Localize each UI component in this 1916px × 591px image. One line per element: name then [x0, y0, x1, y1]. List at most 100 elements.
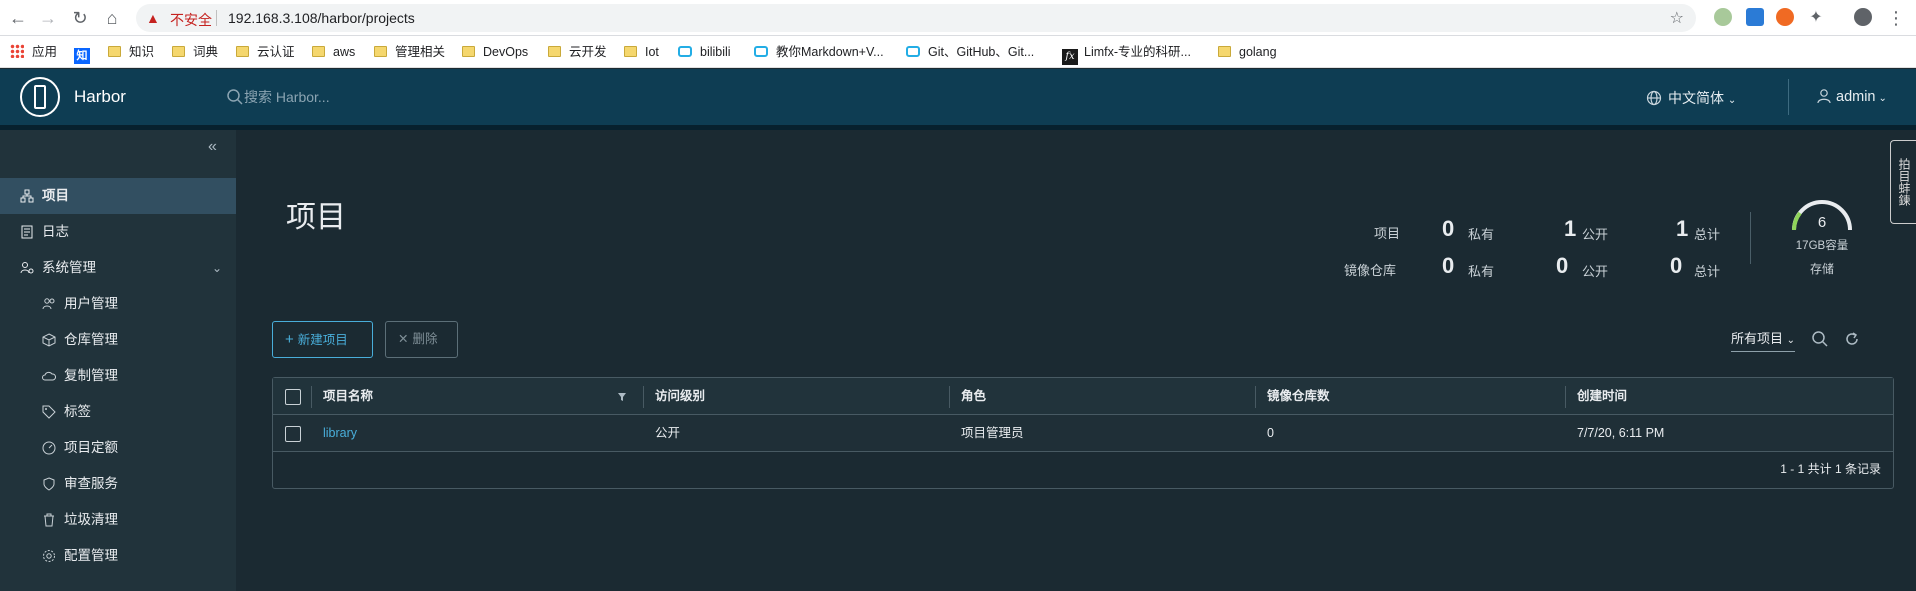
bookmark-zhihu[interactable]: 知 — [74, 43, 98, 64]
private-label: 私有 — [1468, 264, 1495, 279]
users-icon — [42, 298, 55, 310]
bookmark-apps[interactable]: 应用 — [10, 43, 57, 61]
sidebar-item-admin[interactable]: 系统管理 ⌄ — [0, 250, 236, 286]
bookmark-dictionary[interactable]: 词典 — [172, 43, 218, 61]
folder-icon — [624, 46, 637, 57]
admin-icon — [20, 262, 34, 274]
filter-icon[interactable] — [617, 392, 627, 402]
apps-icon — [10, 44, 24, 58]
column-header-created[interactable]: 创建时间 — [1577, 378, 1627, 415]
sidebar-item-label: 垃圾清理 — [64, 512, 118, 527]
column-header-access[interactable]: 访问级别 — [655, 378, 705, 415]
sidebar-item-logs[interactable]: 日志 — [0, 214, 236, 250]
folder-icon — [1218, 46, 1231, 57]
folder-icon — [172, 46, 185, 57]
tag-icon — [42, 405, 56, 419]
search-input[interactable] — [244, 85, 544, 109]
plus-icon: + — [285, 331, 294, 348]
back-icon[interactable]: ← — [6, 6, 30, 30]
sidebar-item-registries[interactable]: 仓库管理 — [0, 322, 236, 358]
sidebar: « 项目 日志 系统管理 ⌄ 用户管理 仓库管理 复制管理 标签 项目定额 审查… — [0, 130, 236, 591]
project-filter-select[interactable]: 所有项目 ⌄ — [1731, 328, 1796, 352]
extension-off-icon[interactable] — [1746, 8, 1764, 26]
column-separator — [949, 386, 950, 408]
harbor-logo-icon[interactable] — [20, 77, 60, 117]
extension-icon[interactable] — [1714, 8, 1732, 26]
fx-icon: fx — [1062, 49, 1078, 65]
table-row[interactable]: library 公开 项目管理员 0 7/7/20, 6:11 PM — [273, 415, 1893, 452]
side-feedback-tab[interactable]: 拍目蚌鍊 — [1890, 140, 1916, 224]
projects-total-count: 1 — [1676, 216, 1689, 241]
delete-button[interactable]: ✕ 删除 — [385, 321, 458, 358]
bookmark-cloud-dev[interactable]: 云开发 — [548, 43, 607, 61]
collapse-sidebar-icon[interactable]: « — [208, 138, 217, 156]
column-header-role[interactable]: 角色 — [961, 378, 986, 415]
chevron-down-icon[interactable]: ⌄ — [212, 250, 222, 286]
row-checkbox[interactable] — [285, 426, 301, 442]
extensions-puzzle-icon[interactable]: ✦ — [1804, 6, 1828, 30]
bookmark-management[interactable]: 管理相关 — [374, 43, 445, 61]
bookmark-iot[interactable]: Iot — [624, 43, 659, 61]
sidebar-item-quotas[interactable]: 项目定额 — [0, 430, 236, 466]
bookmark-bilibili[interactable]: bilibili — [678, 43, 731, 61]
repo-count: 0 — [1267, 426, 1274, 440]
search-icon[interactable] — [1811, 330, 1829, 348]
profile-icon[interactable] — [1854, 8, 1872, 26]
gauge-icon — [42, 441, 56, 455]
log-icon — [21, 225, 33, 239]
home-icon[interactable]: ⌂ — [100, 6, 124, 30]
menu-icon[interactable]: ⋮ — [1884, 6, 1908, 30]
bookmark-git[interactable]: Git、GitHub、Git... — [906, 43, 1034, 61]
search-icon — [227, 89, 243, 105]
column-header-name[interactable]: 项目名称 — [323, 378, 373, 415]
url-text[interactable]: 192.168.3.108/harbor/projects — [228, 10, 415, 26]
bookmark-cloud-cert[interactable]: 云认证 — [236, 43, 295, 61]
sidebar-item-labels[interactable]: 标签 — [0, 394, 236, 430]
bookmark-limfx[interactable]: fx Limfx-专业的科研... — [1062, 43, 1191, 65]
bookmark-devops[interactable]: DevOps — [462, 43, 528, 61]
app-name[interactable]: Harbor — [74, 87, 126, 107]
table-header: 项目名称 访问级别 角色 镜像仓库数 创建时间 — [273, 378, 1893, 415]
address-bar[interactable]: ▲ 不安全 192.168.3.108/harbor/projects ☆ — [136, 4, 1696, 32]
bookmark-golang[interactable]: golang — [1218, 43, 1277, 61]
projects-table: 项目名称 访问级别 角色 镜像仓库数 创建时间 library 公开 项目管理员… — [272, 377, 1894, 489]
sidebar-item-interrogation[interactable]: 审查服务 — [0, 466, 236, 502]
bookmark-aws[interactable]: aws — [312, 43, 355, 61]
zhihu-icon: 知 — [74, 48, 90, 64]
column-separator — [643, 386, 644, 408]
column-header-repo-count[interactable]: 镜像仓库数 — [1267, 378, 1330, 415]
forward-icon[interactable]: → — [36, 6, 60, 30]
folder-icon — [108, 46, 121, 57]
divider — [1788, 79, 1789, 115]
bilibili-icon — [754, 46, 768, 57]
browser-toolbar: ← → ↻ ⌂ ▲ 不安全 192.168.3.108/harbor/proje… — [0, 0, 1916, 36]
bookmark-knowledge[interactable]: 知识 — [108, 43, 154, 61]
user-menu[interactable]: admin ⌄ — [1816, 88, 1887, 105]
bookmark-markdown[interactable]: 教你Markdown+V... — [754, 43, 884, 61]
globe-icon — [1646, 90, 1662, 106]
folder-icon — [236, 46, 249, 57]
sidebar-item-replication[interactable]: 复制管理 — [0, 358, 236, 394]
chevron-down-icon: ⌄ — [1786, 335, 1796, 346]
sidebar-item-label: 项目 — [42, 188, 69, 203]
sidebar-item-users[interactable]: 用户管理 — [0, 286, 236, 322]
sidebar-item-gc[interactable]: 垃圾清理 — [0, 502, 236, 538]
reload-icon[interactable]: ↻ — [68, 6, 92, 30]
warning-icon: ▲ — [146, 10, 160, 26]
sidebar-item-config[interactable]: 配置管理 — [0, 538, 236, 574]
public-label: 公开 — [1582, 264, 1609, 279]
extension-icon[interactable] — [1776, 8, 1794, 26]
insecure-label: 不安全 — [170, 12, 212, 28]
gear-icon — [43, 550, 55, 562]
sidebar-item-label: 项目定额 — [64, 440, 118, 455]
select-all-checkbox[interactable] — [285, 389, 301, 405]
sidebar-item-projects[interactable]: 项目 — [0, 178, 236, 214]
summary-projects-label: 项目 — [1374, 226, 1401, 241]
bookmark-star-icon[interactable]: ☆ — [1670, 8, 1684, 28]
language-selector[interactable]: 中文简体 ⌄ — [1646, 88, 1736, 108]
column-separator — [311, 386, 312, 408]
new-project-button[interactable]: + 新建项目 — [272, 321, 373, 358]
project-name-link[interactable]: library — [323, 415, 357, 452]
summary-repos-label: 镜像仓库 — [1344, 263, 1397, 278]
refresh-icon[interactable] — [1843, 330, 1861, 348]
